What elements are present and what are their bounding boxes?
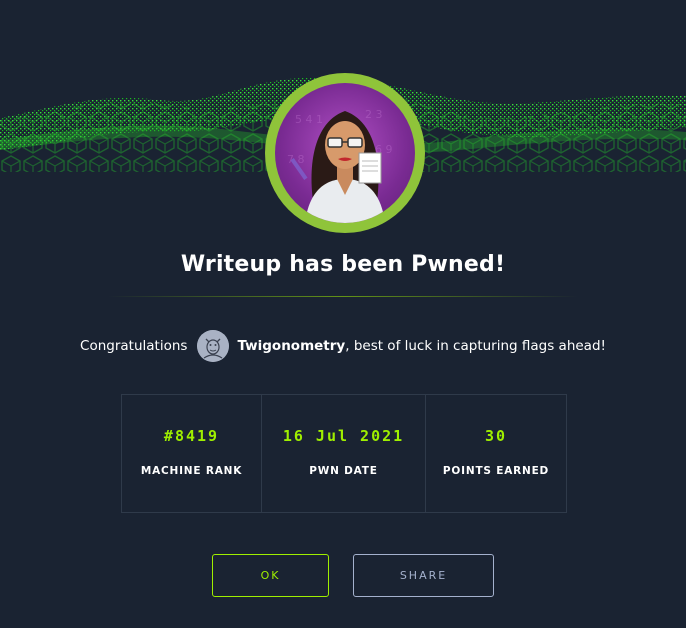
stat-label: POINTS EARNED — [442, 465, 550, 477]
congrats-prefix: Congratulations — [80, 338, 188, 354]
svg-text:2 3: 2 3 — [365, 108, 383, 121]
stat-label: MACHINE RANK — [140, 465, 243, 477]
congrats-suffix: , best of luck in capturing flags ahead! — [345, 338, 606, 354]
title-divider — [108, 296, 578, 297]
stats-panel: #8419 MACHINE RANK 16 Jul 2021 PWN DATE … — [121, 394, 567, 513]
user-avatar[interactable] — [197, 330, 230, 362]
pwned-dialog: 5 4 1 2 3 7 8 6 9 Writeup has been Pwned… — [0, 0, 686, 628]
page-title: Writeup has been Pwned! — [180, 252, 506, 277]
stat-value: 16 Jul 2021 — [282, 427, 405, 445]
congratulations-message: Congratulations Twigonometry , best of l… — [0, 330, 686, 362]
svg-text:5 4 1: 5 4 1 — [295, 113, 323, 126]
ok-button[interactable]: OK — [212, 554, 329, 597]
machine-avatar: 5 4 1 2 3 7 8 6 9 — [265, 73, 425, 233]
stat-label: PWN DATE — [309, 465, 378, 477]
stat-pwn-date: 16 Jul 2021 PWN DATE — [261, 395, 425, 512]
stat-value: 30 — [484, 427, 508, 445]
machine-avatar-image: 5 4 1 2 3 7 8 6 9 — [275, 83, 415, 223]
stat-points-earned: 30 POINTS EARNED — [425, 395, 566, 512]
stat-value: #8419 — [163, 427, 220, 445]
stat-machine-rank: #8419 MACHINE RANK — [122, 395, 261, 512]
share-button[interactable]: SHARE — [353, 554, 494, 597]
username[interactable]: Twigonometry — [237, 338, 345, 354]
